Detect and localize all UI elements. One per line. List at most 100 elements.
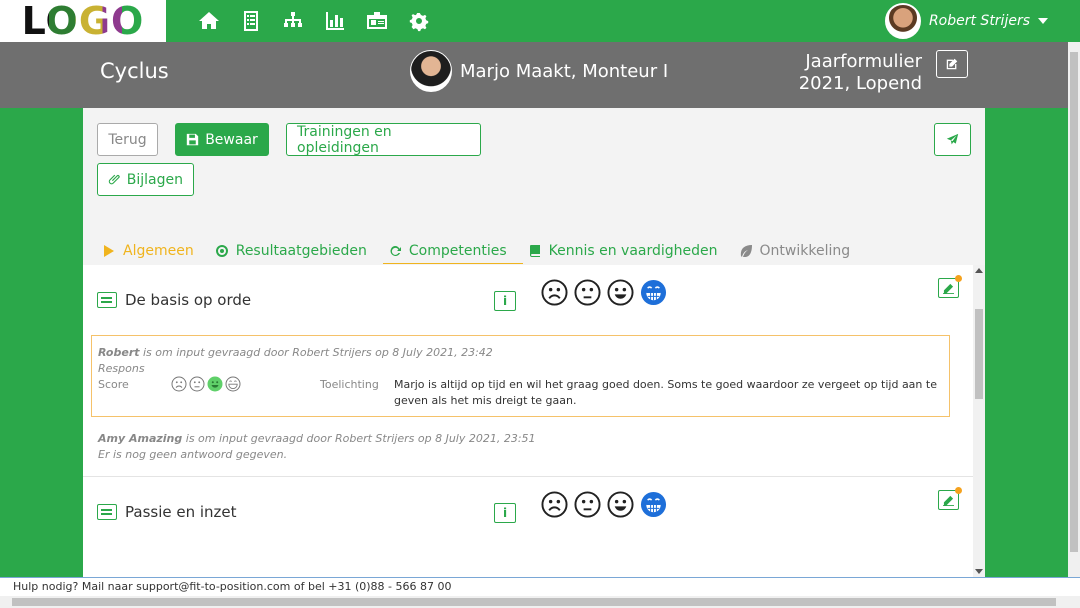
- edit-competency-button[interactable]: [938, 275, 962, 298]
- attachments-label: Bijlagen: [126, 171, 183, 188]
- notification-dot: [955, 275, 962, 282]
- main-panel: Terug Bewaar Trainingen en opleidingen B…: [83, 108, 985, 578]
- second-requester-name: Amy Amazing: [98, 432, 183, 445]
- horizontal-scroll-thumb[interactable]: [12, 598, 1056, 606]
- page-scroll-thumb[interactable]: [1070, 52, 1078, 552]
- edit-form-button[interactable]: [936, 50, 968, 78]
- checklist-icon[interactable]: [238, 8, 264, 34]
- tab-label: Ontwikkeling: [759, 243, 851, 259]
- response-score-faces: [171, 376, 241, 392]
- smile-face-icon[interactable]: [607, 279, 634, 306]
- page-title: Cyclus: [100, 59, 169, 83]
- attachments-button[interactable]: Bijlagen: [97, 163, 194, 196]
- sitemap-icon[interactable]: [280, 8, 306, 34]
- trainings-button[interactable]: Trainingen en opleidingen: [286, 123, 481, 156]
- help-footer: Hulp nodig? Mail naar support@fit-to-pos…: [0, 577, 1080, 596]
- floppy-disk-icon: [187, 133, 199, 146]
- form-title-line1: Jaarformulier: [805, 51, 922, 72]
- respons-label: Respons: [98, 362, 145, 375]
- notification-dot: [955, 487, 962, 494]
- smile-face-icon: [207, 376, 223, 392]
- edit-icon: [946, 58, 958, 70]
- grin-face-icon[interactable]: [640, 279, 667, 306]
- save-label: Bewaar: [205, 131, 258, 148]
- grin-face-icon: [225, 376, 241, 392]
- request-line: Robert is om input gevraagd door Robert …: [98, 346, 493, 359]
- response-card: Robert is om input gevraagd door Robert …: [91, 335, 950, 417]
- scroll-thumb[interactable]: [975, 309, 983, 399]
- pencil-icon: [943, 495, 954, 506]
- back-button[interactable]: Terug: [97, 123, 158, 156]
- refresh-icon: [390, 245, 401, 256]
- target-icon: [215, 245, 228, 257]
- top-navbar: LOGO Robert Strijers: [0, 0, 1080, 42]
- book-icon: [529, 245, 540, 257]
- request-text: is om input gevraagd door Robert Strijer…: [139, 346, 493, 359]
- paper-plane-icon: [946, 133, 959, 145]
- trainings-label: Trainingen en opleidingen: [297, 123, 392, 156]
- competency-title: De basis op orde: [125, 291, 252, 309]
- list-alt-icon: [97, 292, 117, 308]
- main-nav: [196, 8, 432, 34]
- competencies-list[interactable]: De basis op orde i Robert is om input ge…: [83, 265, 973, 578]
- edit-competency-button[interactable]: [938, 487, 962, 510]
- home-icon[interactable]: [196, 8, 222, 34]
- frown-face-icon[interactable]: [541, 491, 568, 518]
- score-faces: [541, 491, 667, 518]
- scroll-down-icon[interactable]: [975, 569, 983, 574]
- list-scrollbar[interactable]: [973, 265, 985, 578]
- second-request-line: Amy Amazing is om input gevraagd door Ro…: [98, 432, 536, 445]
- tab-kennis-en-vaardigheden[interactable]: Kennis en vaardigheden: [523, 238, 734, 264]
- save-button[interactable]: Bewaar: [175, 123, 269, 156]
- user-menu[interactable]: Robert Strijers: [884, 3, 1048, 39]
- section-tabs: Algemeen Resultaatgebieden Competenties …: [97, 238, 866, 264]
- smile-face-icon[interactable]: [607, 491, 634, 518]
- frown-face-icon[interactable]: [541, 279, 568, 306]
- tab-label: Resultaatgebieden: [235, 243, 367, 259]
- scroll-up-icon[interactable]: [975, 268, 983, 273]
- pencil-icon: [943, 283, 954, 294]
- neutral-face-icon: [189, 376, 205, 392]
- tab-label: Algemeen: [123, 243, 194, 259]
- employee-info: Marjo Maakt, Monteur I: [410, 50, 668, 92]
- horizontal-scrollbar[interactable]: [0, 596, 1080, 608]
- neutral-face-icon[interactable]: [574, 491, 601, 518]
- form-title-line2: 2021, Lopend: [798, 73, 922, 94]
- logo-text: LOGO: [21, 0, 145, 43]
- toelichting-text: Marjo is altijd op tijd en wil het graag…: [394, 378, 937, 407]
- grin-face-icon[interactable]: [640, 491, 667, 518]
- chevron-down-icon: [1038, 18, 1048, 24]
- divider: [83, 476, 973, 477]
- send-button[interactable]: [934, 123, 971, 156]
- play-icon: [104, 245, 114, 257]
- id-card-icon[interactable]: [364, 8, 390, 34]
- requester-name: Robert: [98, 346, 140, 359]
- page-scrollbar[interactable]: [1068, 42, 1080, 578]
- cogs-icon[interactable]: [406, 8, 432, 34]
- info-button[interactable]: i: [494, 291, 516, 311]
- info-button[interactable]: i: [494, 503, 516, 523]
- tab-resultaatgebieden[interactable]: Resultaatgebieden: [210, 238, 383, 264]
- tab-algemeen[interactable]: Algemeen: [97, 238, 210, 264]
- score-faces: [541, 279, 667, 306]
- toelichting-label: Toelichting: [320, 378, 379, 391]
- score-label: Score: [98, 378, 129, 391]
- bar-chart-icon[interactable]: [322, 8, 348, 34]
- leaf-icon: [740, 245, 752, 257]
- paperclip-icon: [108, 174, 120, 185]
- neutral-face-icon[interactable]: [574, 279, 601, 306]
- user-name: Robert Strijers: [928, 13, 1030, 29]
- user-avatar: [884, 3, 921, 39]
- tab-label: Competenties: [408, 242, 507, 259]
- competency-title: Passie en inzet: [125, 503, 237, 521]
- no-answer-text: Er is nog geen antwoord gegeven.: [98, 448, 288, 461]
- brand-logo[interactable]: LOGO: [0, 0, 166, 42]
- employee-avatar: [410, 50, 452, 92]
- list-alt-icon: [97, 504, 117, 520]
- tab-ontwikkeling[interactable]: Ontwikkeling: [734, 238, 867, 264]
- frown-face-icon: [171, 376, 187, 392]
- back-label: Terug: [108, 131, 147, 148]
- tab-competenties[interactable]: Competenties: [382, 238, 523, 264]
- page-header: Cyclus Marjo Maakt, Monteur I Jaarformul…: [0, 42, 1068, 108]
- second-request-text: is om input gevraagd door Robert Strijer…: [182, 432, 536, 445]
